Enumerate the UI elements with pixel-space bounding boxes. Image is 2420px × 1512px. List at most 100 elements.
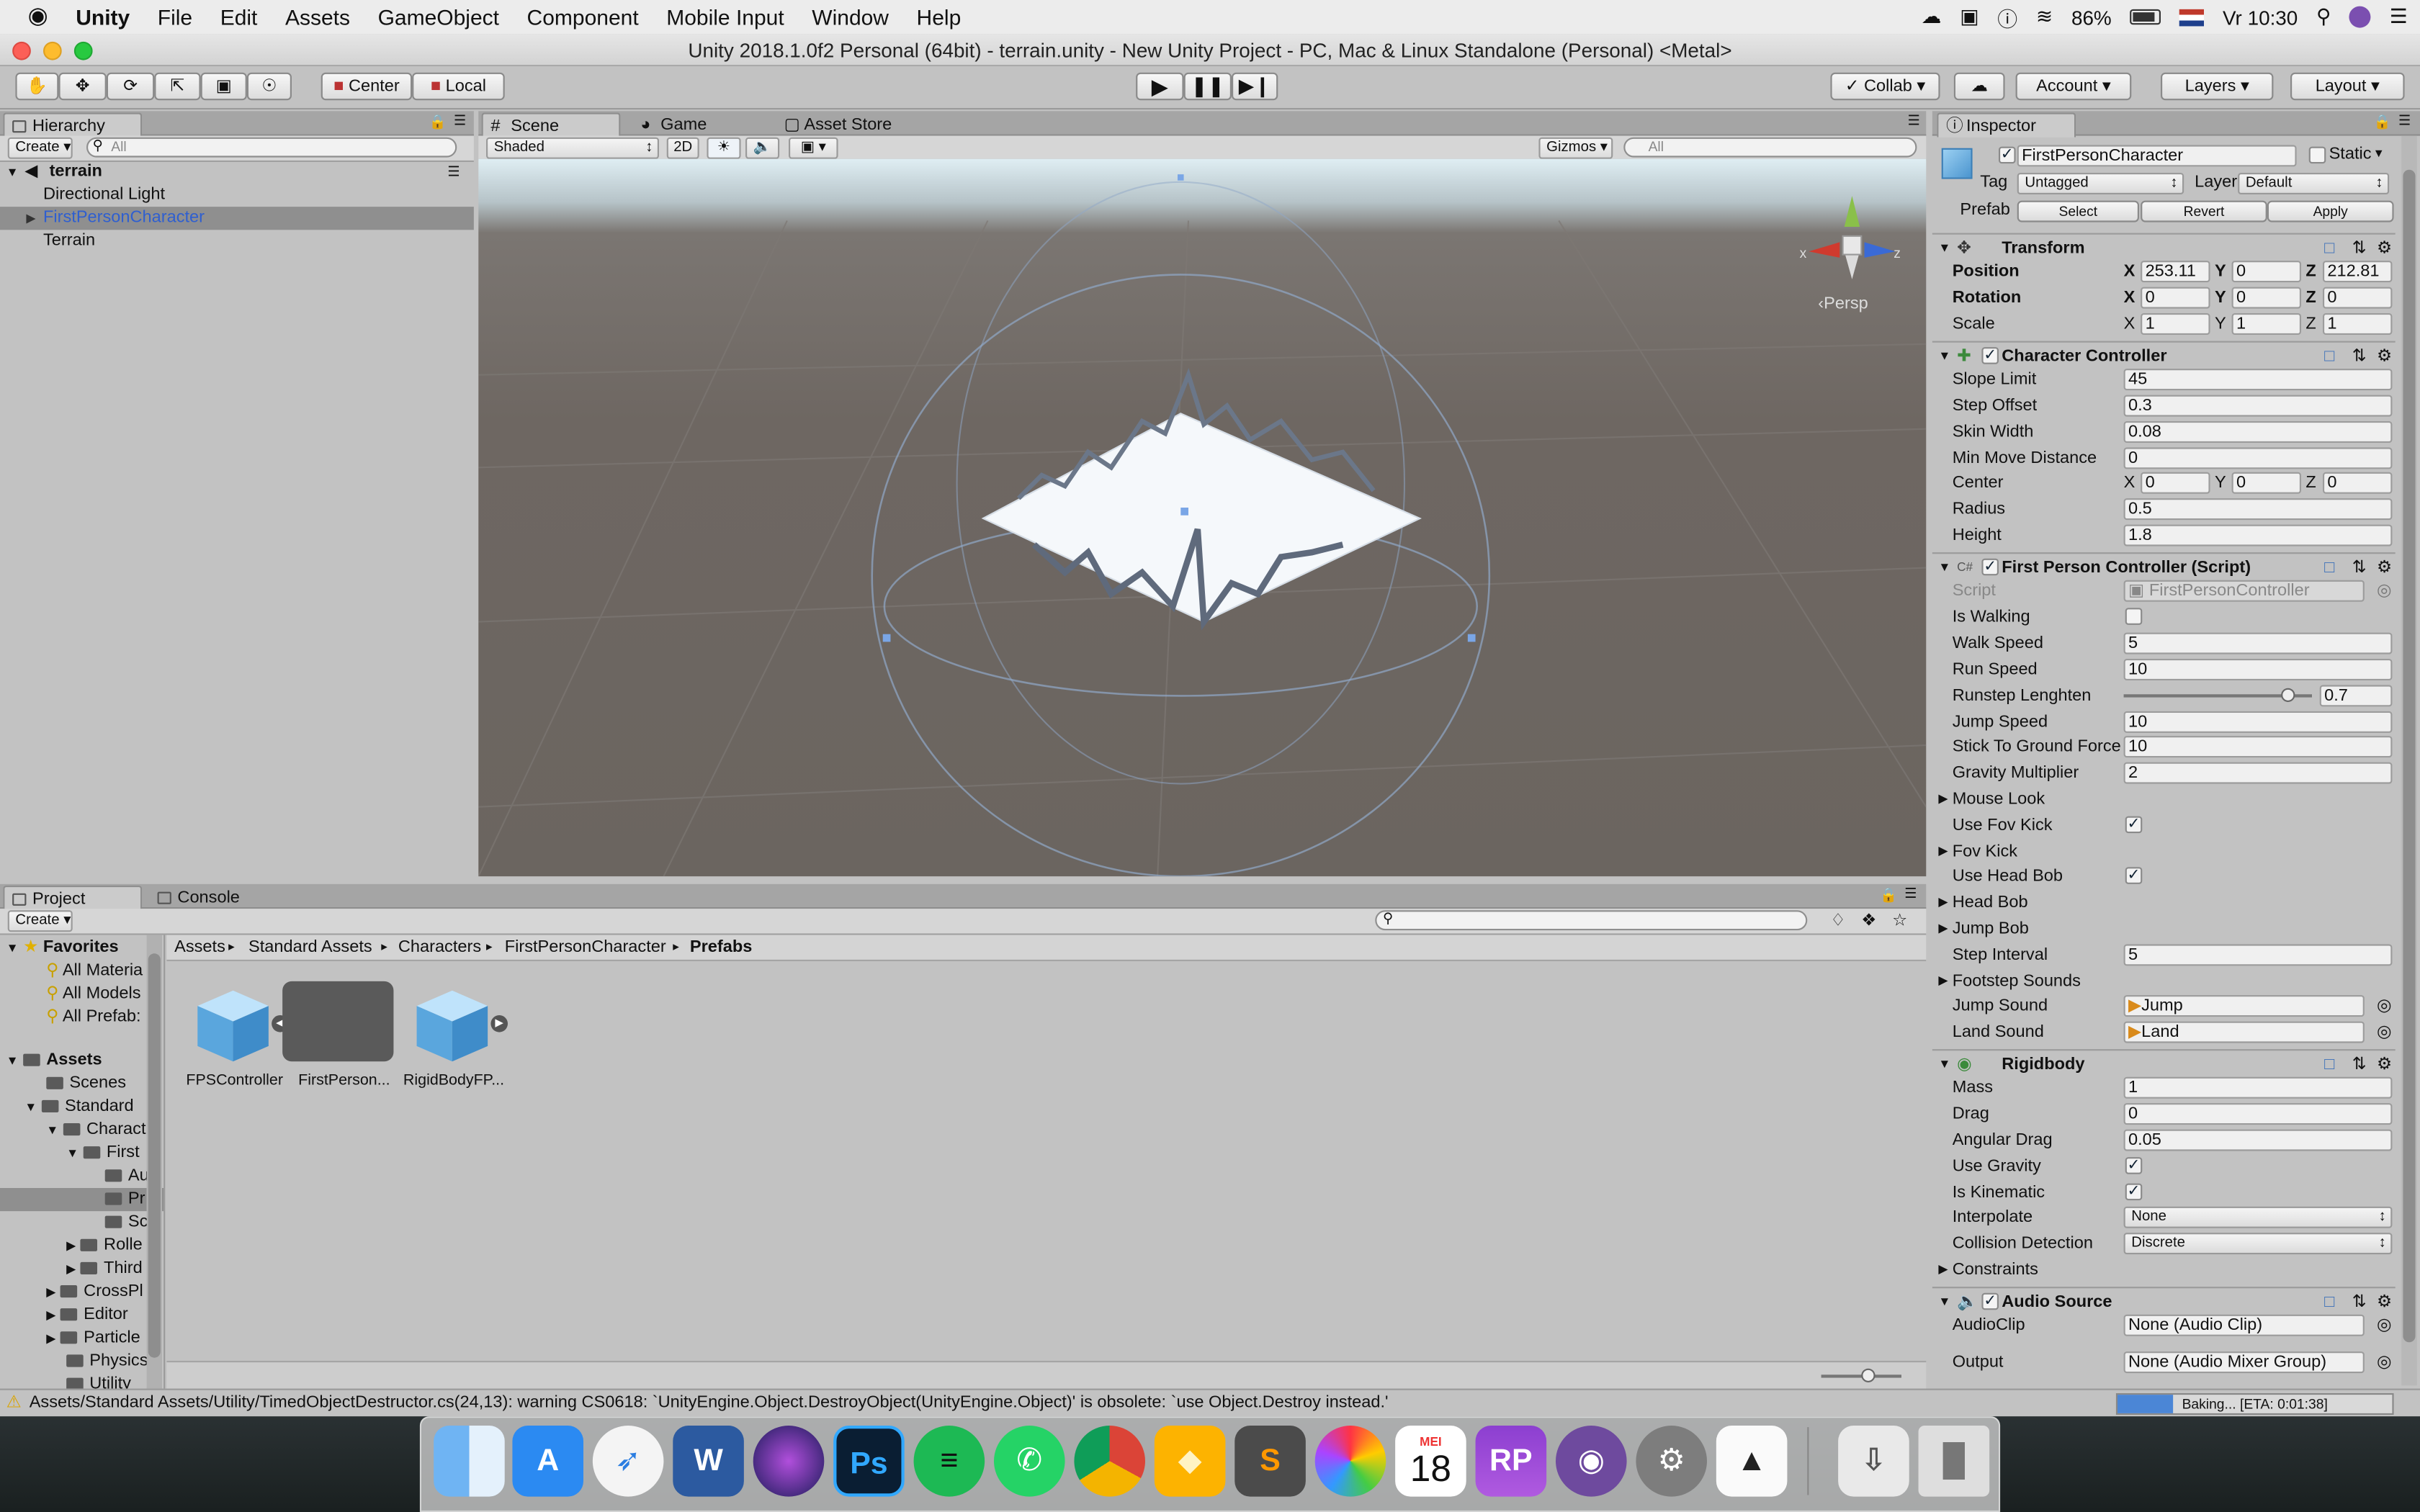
- angular-drag-field[interactable]: 0.05: [2123, 1129, 2393, 1151]
- height-field[interactable]: 1.8: [2123, 524, 2393, 546]
- lighting-toggle-icon[interactable]: ☀: [707, 137, 741, 159]
- prefab-apply-button[interactable]: Apply: [2267, 200, 2394, 222]
- close-window-button[interactable]: [12, 41, 31, 60]
- lock-icon[interactable]: 🔒: [2374, 114, 2391, 132]
- hand-tool-button[interactable]: ✋: [15, 72, 59, 101]
- panel-menu-icon[interactable]: ☰: [1904, 886, 1917, 903]
- layout-dropdown[interactable]: Layout ▾: [2290, 72, 2405, 101]
- tree-editor[interactable]: ▶ Editor: [46, 1304, 128, 1327]
- tree-scenes[interactable]: Scenes: [46, 1072, 126, 1095]
- chevron-down-icon[interactable]: ▼: [1938, 1288, 1950, 1316]
- center-handle[interactable]: [1180, 508, 1188, 516]
- tree-particlesystems[interactable]: ▶ Particle: [46, 1327, 140, 1350]
- tab-project[interactable]: Project: [3, 886, 143, 911]
- rotation-y-field[interactable]: 0: [2231, 287, 2301, 309]
- finder-icon[interactable]: [434, 1425, 505, 1497]
- audioclip-field[interactable]: None (Audio Clip): [2123, 1314, 2365, 1336]
- collab-dropdown[interactable]: ✓ Collab ▾: [1830, 72, 1940, 101]
- menu-help[interactable]: Help: [902, 0, 974, 34]
- battery-percent[interactable]: 86%: [2071, 6, 2112, 29]
- user-icon[interactable]: [2349, 6, 2372, 28]
- menu-window[interactable]: Window: [798, 0, 902, 34]
- chevron-down-icon[interactable]: ▼: [1938, 1050, 1950, 1079]
- runstep-slider-thumb[interactable]: [2280, 688, 2295, 702]
- console-status-bar[interactable]: ⚠ Assets/Standard Assets/Utility/TimedOb…: [0, 1388, 2420, 1417]
- chevron-right-icon[interactable]: ▶: [1938, 917, 1948, 941]
- collision-detection-dropdown[interactable]: Discrete ↕: [2123, 1233, 2393, 1255]
- center-y-field[interactable]: 0: [2231, 472, 2301, 494]
- position-x-field[interactable]: 253.11: [2141, 261, 2210, 283]
- is-kinematic-checkbox[interactable]: ✓: [2125, 1183, 2143, 1201]
- tree-scripts[interactable]: Sc: [104, 1211, 148, 1234]
- favorite-star-icon[interactable]: ☆: [1892, 910, 1907, 930]
- account-dropdown[interactable]: Account ▾: [2015, 72, 2132, 101]
- tab-game[interactable]: ◕ Game: [633, 112, 772, 137]
- top-handle[interactable]: [1178, 174, 1184, 181]
- tree-firstperson[interactable]: ▼ First: [66, 1142, 140, 1165]
- character-controller-enabled-checkbox[interactable]: ✓: [1981, 347, 1999, 364]
- filter-label-icon[interactable]: ❖: [1861, 910, 1876, 930]
- center-z-field[interactable]: 0: [2323, 472, 2393, 494]
- pause-button[interactable]: ❚❚: [1183, 72, 1232, 101]
- static-dropdown-icon[interactable]: ▾: [2375, 145, 2383, 162]
- creative-cloud-icon[interactable]: ☁: [1922, 4, 1942, 29]
- slope-limit-field[interactable]: 45: [2123, 369, 2393, 391]
- panel-menu-icon[interactable]: ☰: [1908, 112, 1920, 130]
- prefab-revert-button[interactable]: Revert: [2141, 200, 2267, 222]
- breadcrumb-firstpersoncharacter[interactable]: FirstPersonCharacter: [505, 935, 666, 960]
- panel-menu-icon[interactable]: ☰: [2398, 112, 2411, 130]
- runstep-field[interactable]: 0.7: [2319, 685, 2393, 707]
- help-icon[interactable]: □: [2324, 1050, 2334, 1079]
- wifi-icon[interactable]: ≋: [2036, 4, 2053, 29]
- help-icon[interactable]: □: [2324, 235, 2334, 263]
- scale-y-field[interactable]: 1: [2231, 313, 2301, 335]
- lock-icon[interactable]: 🔒: [1880, 887, 1897, 904]
- tab-scene[interactable]: # Scene: [481, 112, 621, 138]
- tree-prefabs[interactable]: Pr: [0, 1188, 164, 1212]
- static-checkbox[interactable]: [2308, 146, 2326, 164]
- gear-icon[interactable]: ⚙: [2377, 235, 2392, 263]
- asset-rigidbodyfpscontroller[interactable]: ▶ RigidBodyFP...: [398, 978, 509, 1102]
- chevron-right-icon[interactable]: ▶: [1938, 787, 1948, 811]
- preset-icon[interactable]: ⇅: [2352, 235, 2367, 263]
- rigidbody-header[interactable]: ▼ ◉ Rigidbody □ ⇅ ⚙: [1932, 1049, 2396, 1077]
- breadcrumb-assets[interactable]: Assets: [174, 935, 225, 960]
- effects-dropdown-icon[interactable]: ▣ ▾: [789, 137, 838, 159]
- info-icon[interactable]: ⓘ: [1997, 2, 2017, 32]
- position-y-field[interactable]: 0: [2231, 261, 2301, 283]
- chevron-down-icon[interactable]: ▼: [1938, 554, 1950, 582]
- assets-root[interactable]: ▼ Assets: [6, 1049, 102, 1072]
- tree-physics[interactable]: Physics: [66, 1350, 148, 1373]
- battery-icon[interactable]: [2130, 9, 2161, 25]
- calendar-icon[interactable]: MEI 18: [1395, 1425, 1466, 1497]
- menu-assets[interactable]: Assets: [272, 0, 364, 34]
- menu-mobile-input[interactable]: Mobile Input: [653, 0, 798, 34]
- layers-dropdown[interactable]: Layers ▾: [2161, 72, 2274, 101]
- skin-width-field[interactable]: 0.08: [2123, 421, 2393, 443]
- output-field[interactable]: None (Audio Mixer Group): [2123, 1351, 2365, 1374]
- chevron-right-icon[interactable]: ▶: [1938, 969, 1948, 994]
- menu-edit[interactable]: Edit: [206, 0, 271, 34]
- audio-toggle-icon[interactable]: 🔈: [745, 137, 780, 159]
- gizmos-dropdown[interactable]: Gizmos ▾: [1538, 137, 1613, 159]
- step-button[interactable]: ▶❙: [1232, 72, 1278, 101]
- chevron-down-icon[interactable]: ▼: [6, 161, 19, 184]
- rect-tool-button[interactable]: ▣: [200, 72, 247, 101]
- system-preferences-icon[interactable]: ⚙: [1636, 1425, 1707, 1497]
- hierarchy-scene-row[interactable]: ▼ ◀ terrain ☰: [0, 161, 474, 184]
- tree-crossplatform[interactable]: ▶ CrossPl: [46, 1281, 143, 1304]
- interpolate-dropdown[interactable]: None ↕: [2123, 1206, 2393, 1228]
- constraints-row[interactable]: ▶ Constraints: [1932, 1257, 2396, 1282]
- minimize-window-button[interactable]: [43, 41, 62, 60]
- min-move-distance-field[interactable]: 0: [2123, 447, 2393, 469]
- center-x-field[interactable]: 0: [2141, 472, 2210, 494]
- menu-unity[interactable]: Unity: [62, 0, 144, 34]
- jump-sound-field[interactable]: ▶Jump: [2123, 995, 2365, 1017]
- tree-rollerball[interactable]: ▶ Rolle: [66, 1234, 143, 1257]
- object-picker-icon[interactable]: ◎: [2377, 1020, 2392, 1044]
- gear-icon[interactable]: ⚙: [2377, 343, 2392, 371]
- scene-orientation-gizmo[interactable]: x z: [1800, 190, 1901, 289]
- object-name-field[interactable]: FirstPersonCharacter: [2017, 145, 2297, 167]
- hierarchy-item-firstpersoncharacter[interactable]: ▶ FirstPersonCharacter: [0, 207, 474, 230]
- siri-icon[interactable]: [753, 1425, 825, 1497]
